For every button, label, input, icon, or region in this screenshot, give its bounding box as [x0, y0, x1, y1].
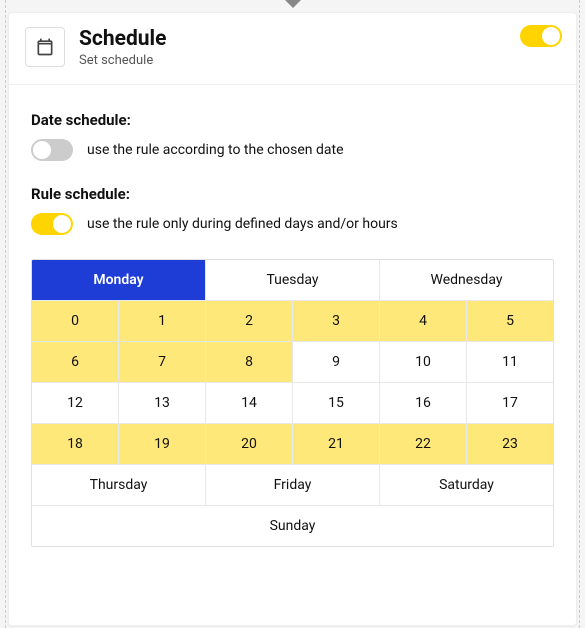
- hour-cell[interactable]: 16: [380, 383, 467, 424]
- day-tab-saturday[interactable]: Saturday: [380, 465, 553, 506]
- rule-schedule-toggle[interactable]: [31, 213, 73, 235]
- hour-cell[interactable]: 10: [380, 342, 467, 383]
- hour-cell[interactable]: 23: [467, 424, 553, 465]
- hour-cell[interactable]: 3: [293, 301, 380, 342]
- rule-schedule-section: Rule schedule: use the rule only during …: [31, 185, 554, 235]
- hour-cell[interactable]: 17: [467, 383, 553, 424]
- date-schedule-label: Date schedule:: [31, 111, 554, 129]
- day-tab-tuesday[interactable]: Tuesday: [206, 260, 380, 301]
- rule-schedule-description: use the rule only during defined days an…: [87, 216, 398, 232]
- hour-cell[interactable]: 2: [206, 301, 293, 342]
- hour-cell[interactable]: 6: [32, 342, 119, 383]
- day-tab-wednesday[interactable]: Wednesday: [380, 260, 553, 301]
- card-header: Schedule Set schedule: [9, 13, 576, 85]
- day-tab-sunday[interactable]: Sunday: [32, 506, 553, 546]
- header-title: Schedule: [79, 27, 560, 51]
- enable-schedule-toggle[interactable]: [520, 25, 562, 47]
- hour-cell[interactable]: 1: [119, 301, 206, 342]
- header-subtitle: Set schedule: [79, 53, 560, 68]
- date-schedule-section: Date schedule: use the rule according to…: [31, 111, 554, 161]
- hour-cell[interactable]: 22: [380, 424, 467, 465]
- hour-cell[interactable]: 15: [293, 383, 380, 424]
- schedule-grid: Monday Tuesday Wednesday 0 1 2 3 4 5 6 7…: [31, 259, 554, 547]
- hour-cell[interactable]: 18: [32, 424, 119, 465]
- hour-cell[interactable]: 14: [206, 383, 293, 424]
- hour-cell[interactable]: 4: [380, 301, 467, 342]
- hour-cell[interactable]: 0: [32, 301, 119, 342]
- hour-cell[interactable]: 19: [119, 424, 206, 465]
- date-schedule-description: use the rule according to the chosen dat…: [87, 142, 344, 158]
- hour-cell[interactable]: 13: [119, 383, 206, 424]
- hour-cell[interactable]: 8: [206, 342, 293, 383]
- hour-cell[interactable]: 9: [293, 342, 380, 383]
- hour-cell[interactable]: 5: [467, 301, 553, 342]
- day-tab-friday[interactable]: Friday: [206, 465, 380, 506]
- calendar-icon: [25, 27, 65, 67]
- card-body: Date schedule: use the rule according to…: [9, 85, 576, 547]
- date-schedule-toggle[interactable]: [31, 139, 73, 161]
- hour-cell[interactable]: 12: [32, 383, 119, 424]
- hour-cell[interactable]: 7: [119, 342, 206, 383]
- schedule-card: Schedule Set schedule Date schedule: use…: [8, 12, 577, 626]
- day-tab-monday[interactable]: Monday: [32, 260, 206, 301]
- arrow-down-icon: [285, 0, 301, 8]
- hour-cell[interactable]: 20: [206, 424, 293, 465]
- hour-cell[interactable]: 11: [467, 342, 553, 383]
- hour-cell[interactable]: 21: [293, 424, 380, 465]
- rule-schedule-label: Rule schedule:: [31, 185, 554, 203]
- day-tab-thursday[interactable]: Thursday: [32, 465, 206, 506]
